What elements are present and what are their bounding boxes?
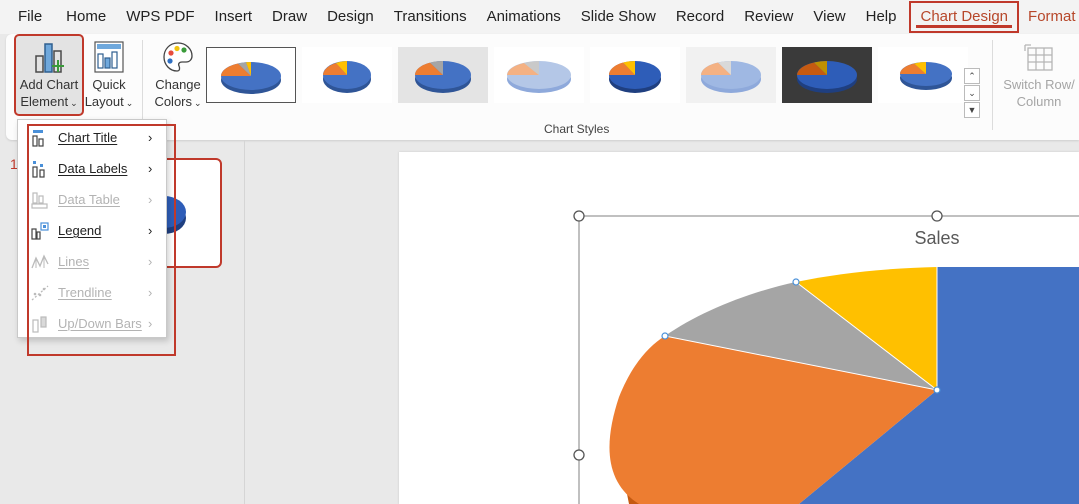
switch-row-column-icon xyxy=(1022,36,1056,74)
ribbon-separator xyxy=(992,40,993,130)
chart-style-5[interactable] xyxy=(590,47,680,103)
menu-slide-show[interactable]: Slide Show xyxy=(571,0,666,34)
lines-icon xyxy=(30,252,52,272)
chart-style-4[interactable] xyxy=(494,47,584,103)
chevron-down-icon: ⌄ xyxy=(194,98,202,108)
switch-row-label-2: Column xyxy=(1016,94,1062,109)
slide-canvas[interactable]: Sales xyxy=(399,152,1079,504)
chart-styles-group-label: Chart Styles xyxy=(544,122,610,136)
switch-row-column-button[interactable]: Switch Row/ Column xyxy=(998,36,1079,114)
dropdown-item-up-down-bars[interactable]: Up/Down Bars › xyxy=(18,308,166,339)
add-chart-element-icon xyxy=(32,36,66,74)
chevron-right-icon: › xyxy=(148,192,153,207)
chevron-right-icon: › xyxy=(148,161,153,176)
change-colors-button[interactable]: Change Colors ⌄ xyxy=(148,36,208,114)
gallery-more-button[interactable]: ▼ xyxy=(964,102,980,118)
quick-layout-label-2-wrap: Layout ⌄ xyxy=(85,93,134,112)
gallery-scroll-up-button[interactable]: ⌃ xyxy=(964,68,980,84)
data-point-handle xyxy=(933,386,941,394)
dropdown-label: Up/Down Bars xyxy=(58,316,142,331)
chart-title-icon xyxy=(30,128,52,148)
chevron-down-icon: ⌄ xyxy=(70,98,78,108)
chart-style-3[interactable] xyxy=(398,47,488,103)
dropdown-item-legend[interactable]: Legend › xyxy=(18,215,166,246)
chevron-right-icon: › xyxy=(148,285,153,300)
menu-view[interactable]: View xyxy=(803,0,855,34)
quick-layout-label-1: Quick xyxy=(92,77,126,92)
chart-style-2[interactable] xyxy=(302,47,392,103)
menu-wps-pdf[interactable]: WPS PDF xyxy=(116,0,204,34)
tab-chart-design[interactable]: Chart Design xyxy=(908,0,1020,34)
ribbon-separator xyxy=(142,40,143,130)
dropdown-item-chart-title[interactable]: Chart Title › xyxy=(18,122,166,153)
chevron-down-icon: ⌄ xyxy=(125,98,134,108)
pane-divider xyxy=(244,140,245,504)
tab-format[interactable]: Format xyxy=(1020,0,1079,34)
quick-layout-label-2: Layout xyxy=(84,94,124,109)
data-table-icon xyxy=(30,190,52,210)
chart-style-8[interactable] xyxy=(878,47,968,103)
quick-layout-button[interactable]: Quick Layout ⌄ xyxy=(85,36,134,114)
data-point-handle xyxy=(661,332,669,340)
switch-row-label-1: Switch Row/ xyxy=(1003,77,1075,92)
chart-style-1[interactable] xyxy=(206,47,296,103)
dropdown-label: Trendline xyxy=(58,285,112,300)
chevron-right-icon: › xyxy=(148,254,153,269)
add-chart-label-2-wrap: Element ⌄ xyxy=(20,93,77,112)
chart-title: Sales xyxy=(914,228,959,248)
menu-file[interactable]: File xyxy=(0,0,56,34)
change-colors-label-2: Colors xyxy=(154,94,193,109)
dropdown-label: Lines xyxy=(58,254,90,269)
chart-style-7[interactable] xyxy=(782,47,872,103)
menu-home[interactable]: Home xyxy=(56,0,116,34)
add-chart-label-2: Element xyxy=(20,94,69,109)
change-colors-label-1: Change xyxy=(155,77,201,92)
menu-transitions[interactable]: Transitions xyxy=(384,0,477,34)
menu-help[interactable]: Help xyxy=(856,0,907,34)
pie-chart[interactable]: Sales xyxy=(399,152,1079,504)
menu-design[interactable]: Design xyxy=(317,0,384,34)
add-chart-element-button[interactable]: Add Chart Element ⌄ xyxy=(14,34,84,116)
menu-bar: File Home WPS PDF Insert Draw Design Tra… xyxy=(0,0,1079,34)
menu-insert[interactable]: Insert xyxy=(205,0,263,34)
add-chart-element-dropdown: Chart Title › Data Labels › Data Table ›… xyxy=(17,119,167,338)
legend-icon xyxy=(30,221,52,241)
trendline-icon xyxy=(30,283,52,303)
data-point-handle xyxy=(792,278,800,286)
gallery-scroll-down-button[interactable]: ⌄ xyxy=(964,85,980,101)
quick-layout-icon xyxy=(93,36,125,74)
chart-styles-gallery xyxy=(206,42,968,108)
resize-handle-top xyxy=(931,210,943,222)
gallery-scroll: ⌃ ⌄ ▼ xyxy=(964,68,982,142)
dropdown-item-lines[interactable]: Lines › xyxy=(18,246,166,277)
chevron-right-icon: › xyxy=(148,130,153,145)
dropdown-item-data-table[interactable]: Data Table › xyxy=(18,184,166,215)
dropdown-label: Data Labels xyxy=(58,161,128,176)
menu-review[interactable]: Review xyxy=(734,0,803,34)
dropdown-item-trendline[interactable]: Trendline › xyxy=(18,277,166,308)
chevron-right-icon: › xyxy=(148,316,153,331)
chevron-right-icon: › xyxy=(148,223,153,238)
menu-record[interactable]: Record xyxy=(666,0,734,34)
palette-icon xyxy=(161,36,195,74)
change-colors-label-2-wrap: Colors ⌄ xyxy=(154,93,201,112)
up-down-bars-icon xyxy=(30,314,52,334)
data-labels-icon xyxy=(30,159,52,179)
dropdown-label: Chart Title xyxy=(58,130,118,145)
dropdown-item-data-labels[interactable]: Data Labels › xyxy=(18,153,166,184)
dropdown-label: Legend xyxy=(58,223,102,238)
chart-style-6[interactable] xyxy=(686,47,776,103)
add-chart-label-1: Add Chart xyxy=(19,77,79,92)
resize-handle-top-left xyxy=(573,210,585,222)
menu-animations[interactable]: Animations xyxy=(477,0,571,34)
menu-draw[interactable]: Draw xyxy=(262,0,317,34)
resize-handle-left xyxy=(573,449,585,461)
dropdown-label: Data Table xyxy=(58,192,120,207)
